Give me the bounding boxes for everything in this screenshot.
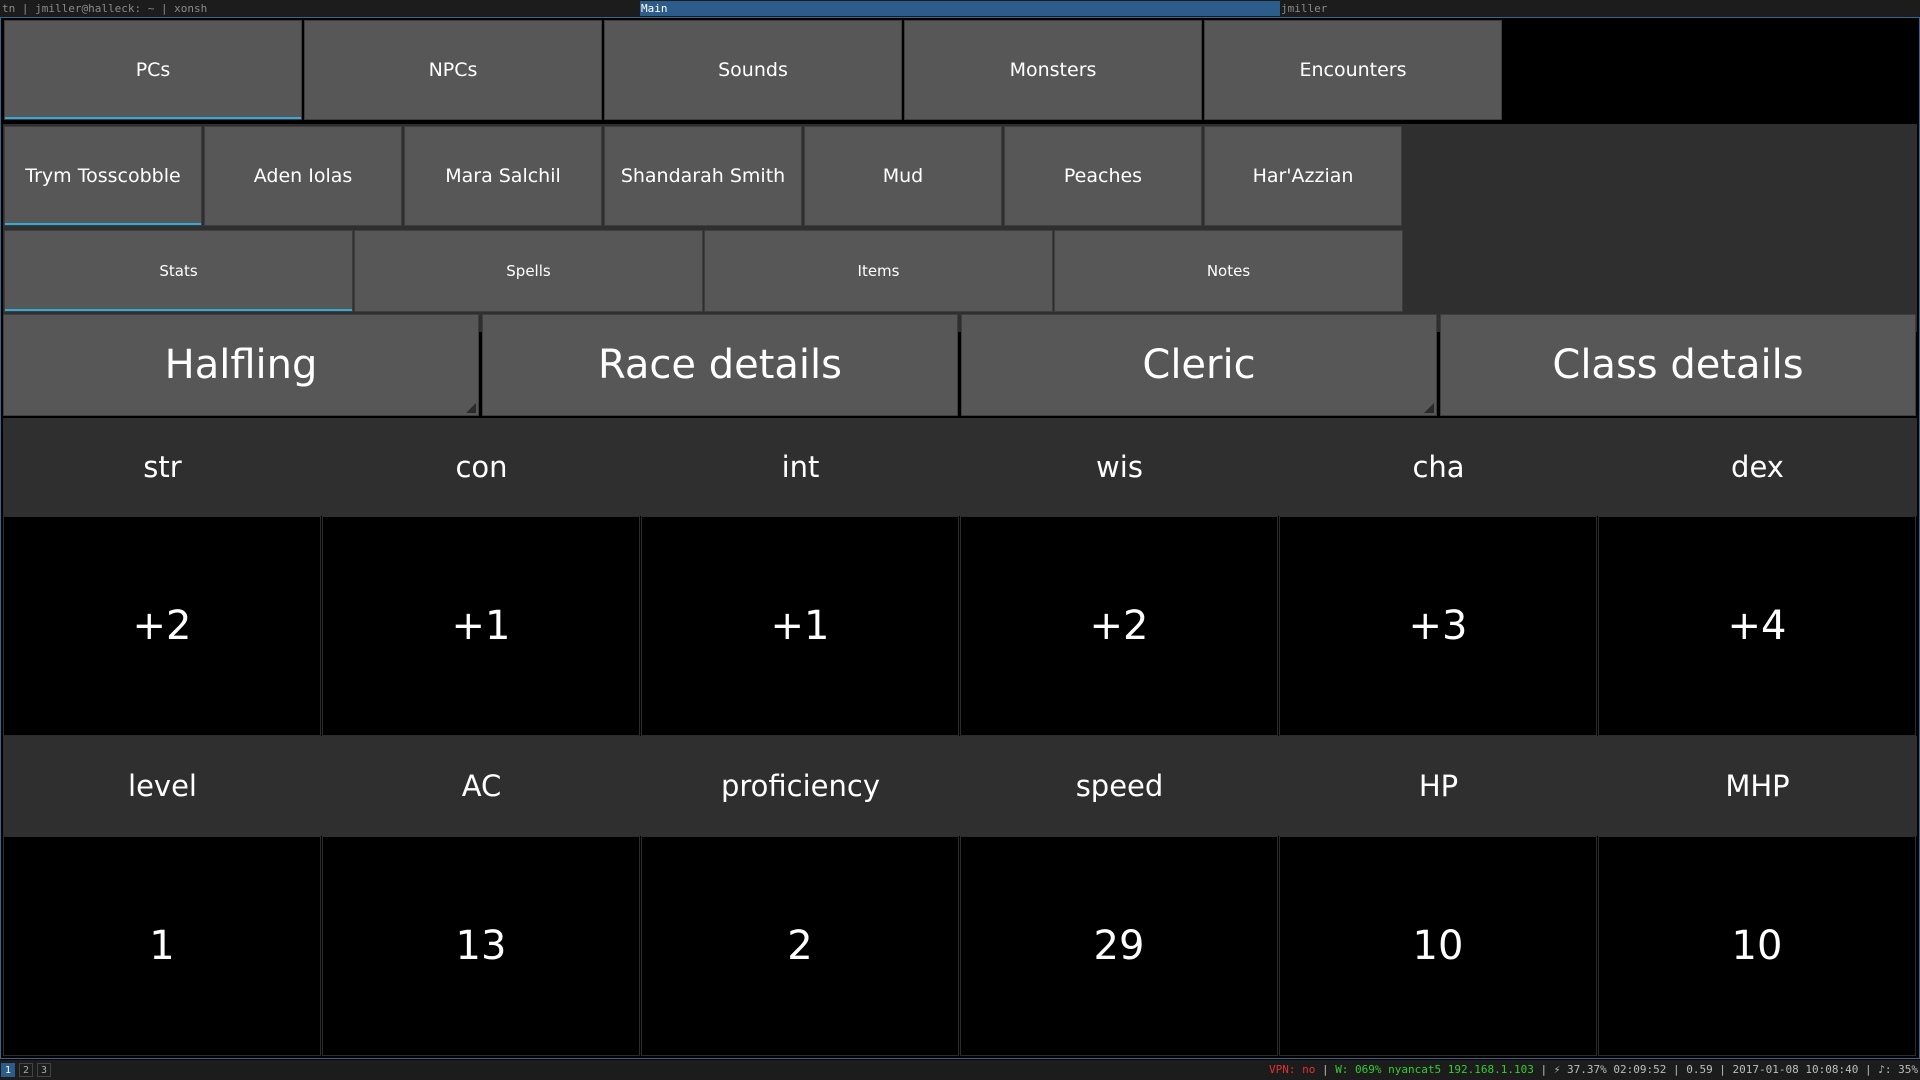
ability-labels-row: str con int wis cha dex [3, 418, 1917, 516]
tab-character-mud[interactable]: Mud [804, 126, 1002, 226]
ability-value-str[interactable]: +2 [3, 516, 321, 736]
ability-value-dex[interactable]: +4 [1598, 516, 1916, 736]
class-details-button[interactable]: Class details [1440, 314, 1916, 416]
ability-label-int: int [781, 450, 820, 484]
tab-sounds[interactable]: Sounds [604, 20, 902, 120]
tab-spells[interactable]: Spells [354, 230, 703, 312]
race-details-label: Race details [597, 342, 842, 388]
status-separator: | [1321, 1063, 1329, 1076]
tab-monsters[interactable]: Monsters [904, 20, 1202, 120]
stat-value-level[interactable]: 1 [3, 836, 321, 1056]
ability-value-cha[interactable]: +3 [1279, 516, 1597, 736]
tab-encounters[interactable]: Encounters [1204, 20, 1502, 120]
class-select[interactable]: Cleric [961, 314, 1437, 416]
workspace-1[interactable]: 1 [1, 1063, 15, 1077]
wm-terminal-title[interactable]: tn | jmiller@halleck: ~ | xonsh [2, 0, 207, 17]
ability-label-cha: cha [1412, 450, 1465, 484]
ability-label-str: str [143, 450, 182, 484]
tab-character-harazzian[interactable]: Har'Azzian [1204, 126, 1402, 226]
tab-items[interactable]: Items [704, 230, 1053, 312]
class-select-value: Cleric [1142, 342, 1256, 388]
dropdown-corner-icon [1424, 403, 1434, 413]
stat-label-hp: HP [1418, 769, 1459, 803]
ability-label-dex: dex [1731, 450, 1784, 484]
wm-active-window-title[interactable]: Main [640, 1, 1280, 16]
race-select[interactable]: Halfling [3, 314, 479, 416]
tab-character-peaches[interactable]: Peaches [1004, 126, 1202, 226]
ability-value-wis[interactable]: +2 [960, 516, 1278, 736]
wifi-status: W: 069% nyancat5 192.168.1.103 [1335, 1063, 1534, 1076]
stat-value-hp[interactable]: 10 [1279, 836, 1597, 1056]
stat-value-speed[interactable]: 29 [960, 836, 1278, 1056]
vpn-status: VPN: no [1268, 1063, 1316, 1076]
ability-value-con[interactable]: +1 [322, 516, 640, 736]
wm-window-title-right[interactable]: jmiller [1281, 0, 1327, 17]
stat-labels-row: level AC proficiency speed HP MHP [3, 736, 1917, 836]
tab-stats[interactable]: Stats [4, 230, 353, 312]
class-details-label: Class details [1552, 342, 1804, 388]
system-status: | ⚡ 37.37% 02:09:52 | 0.59 | 2017-01-08 … [1540, 1063, 1919, 1076]
workspace-3[interactable]: 3 [37, 1063, 51, 1077]
stat-label-level: level [128, 769, 197, 803]
ability-label-con: con [455, 450, 508, 484]
stat-label-speed: speed [1075, 769, 1164, 803]
tab-character-shandarah[interactable]: Shandarah Smith [604, 126, 802, 226]
tab-pcs[interactable]: PCs [4, 20, 302, 120]
stat-value-proficiency[interactable]: 2 [641, 836, 959, 1056]
app-window: PCs NPCs Sounds Monsters Encounters Trym… [0, 17, 1920, 1059]
status-info: VPN: no | W: 069% nyancat5 192.168.1.103… [1269, 1060, 1918, 1080]
tab-character-mara[interactable]: Mara Salchil [404, 126, 602, 226]
tab-character-aden[interactable]: Aden Iolas [204, 126, 402, 226]
race-select-value: Halfling [164, 342, 318, 388]
tab-character-trym[interactable]: Trym Tosscobble [4, 126, 202, 226]
stat-label-ac: AC [461, 769, 502, 803]
ability-value-int[interactable]: +1 [641, 516, 959, 736]
stat-value-ac[interactable]: 13 [322, 836, 640, 1056]
tab-notes[interactable]: Notes [1054, 230, 1403, 312]
stat-label-proficiency: proficiency [720, 769, 881, 803]
ability-label-wis: wis [1096, 450, 1143, 484]
stat-label-mhp: MHP [1725, 769, 1790, 803]
race-details-button[interactable]: Race details [482, 314, 958, 416]
status-bar: 1 2 3 VPN: no | W: 069% nyancat5 192.168… [0, 1060, 1920, 1080]
dropdown-corner-icon [466, 403, 476, 413]
workspace-2[interactable]: 2 [19, 1063, 33, 1077]
window-title-bar: tn | jmiller@halleck: ~ | xonsh Main jmi… [0, 0, 1920, 17]
stat-value-mhp[interactable]: 10 [1598, 836, 1916, 1056]
tab-npcs[interactable]: NPCs [304, 20, 602, 120]
